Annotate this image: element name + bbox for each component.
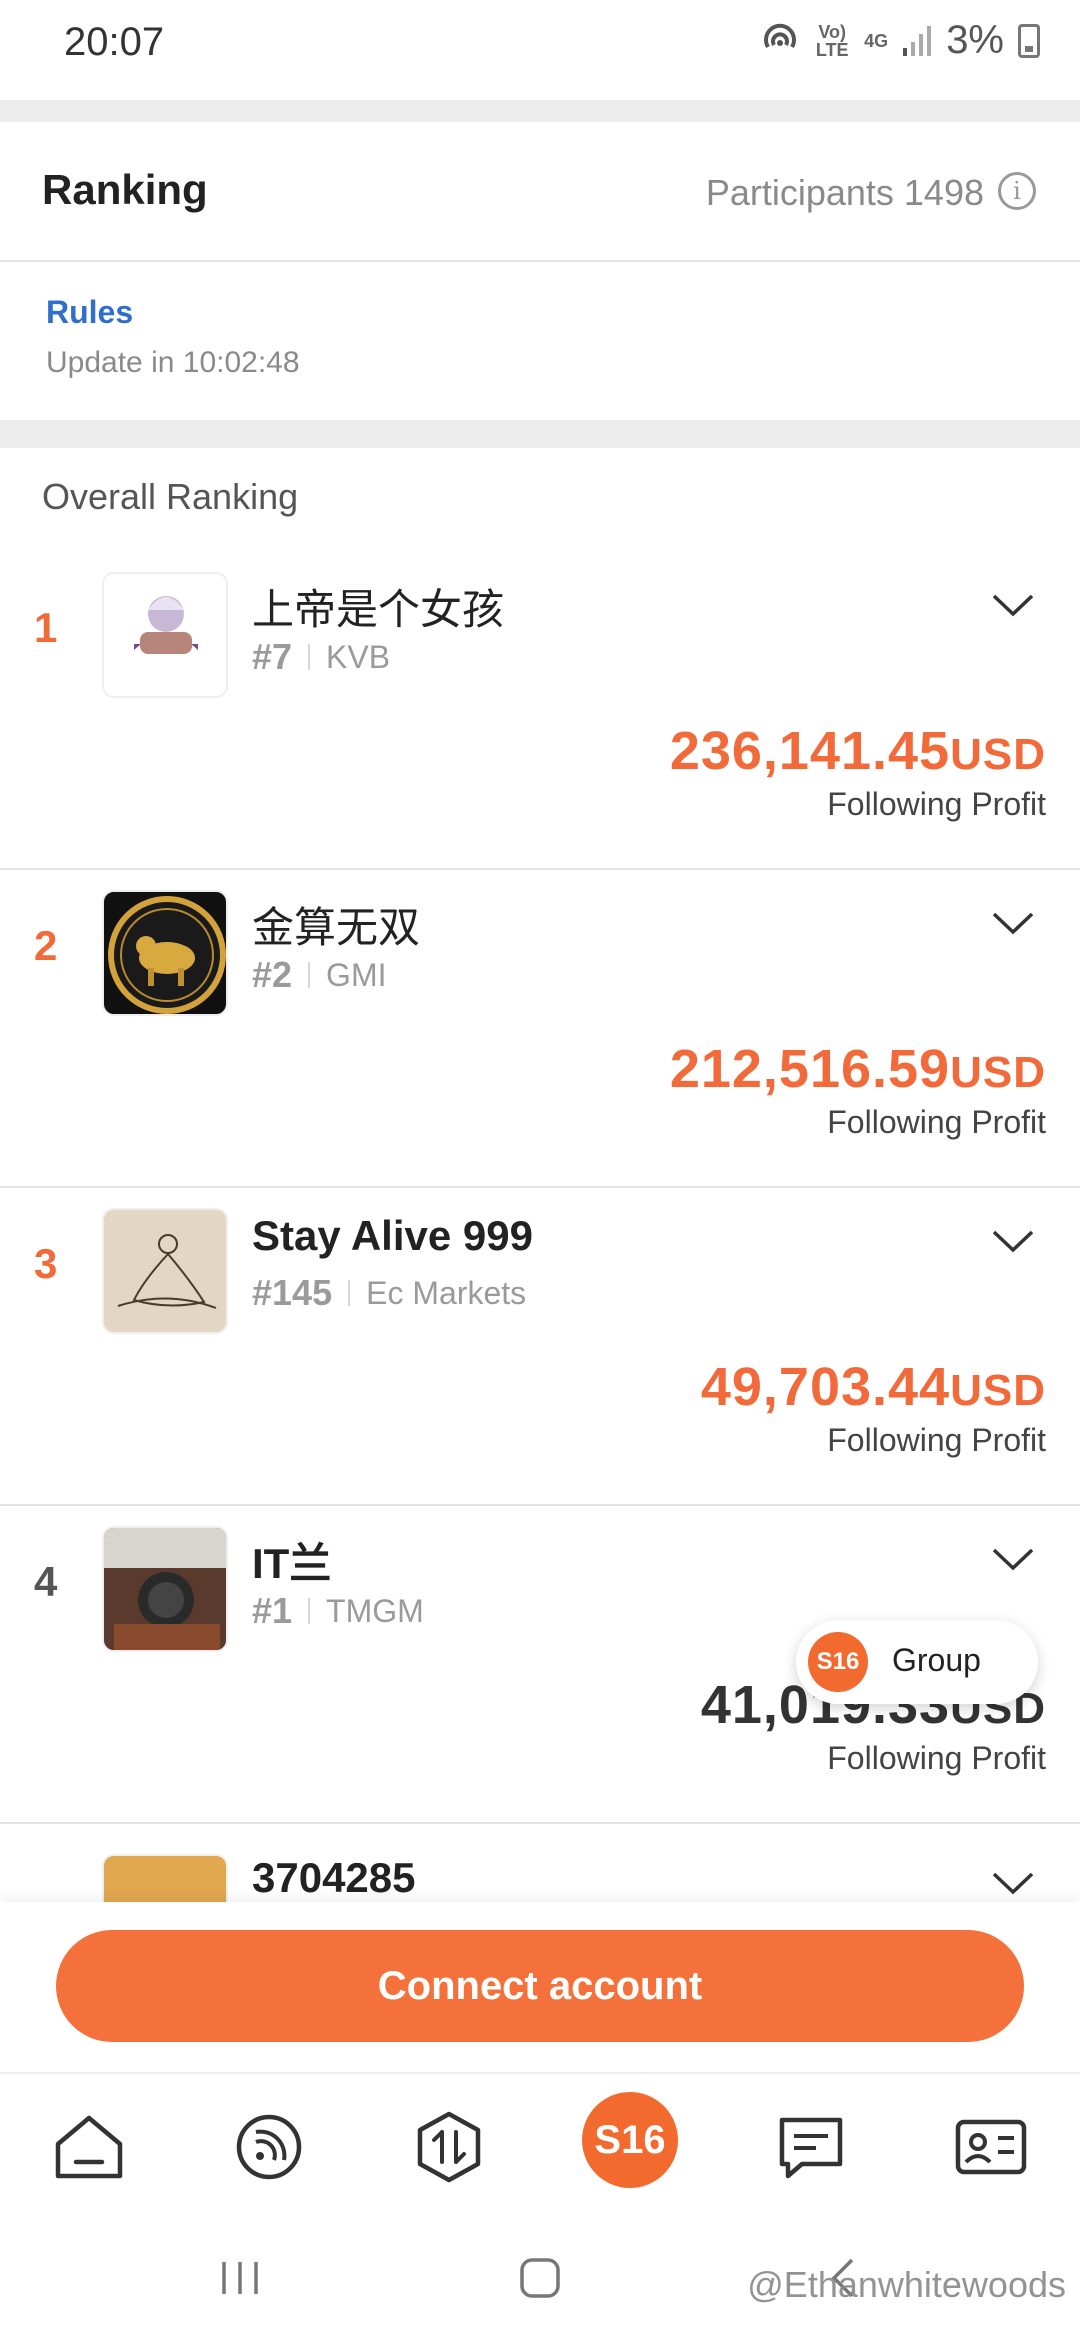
separator <box>308 1598 311 1624</box>
trader-meta: #7 KVB <box>252 636 390 678</box>
rank-number: 3 <box>34 1240 58 1287</box>
trader-rank-tag: #1 <box>252 1590 293 1631</box>
rules-block: Rules Update in 10:02:48 <box>0 264 1080 420</box>
divider <box>0 100 1080 122</box>
signal-icon <box>903 25 932 56</box>
trader-name: IT兰 <box>252 1540 332 1587</box>
connect-account-button[interactable]: Connect account <box>56 1930 1024 2042</box>
ranking-row[interactable]: 3704285 <box>0 1824 1080 1904</box>
volte-indicator: Vo) LTE <box>815 21 849 60</box>
trader-rank-tag: #145 <box>252 1272 333 1313</box>
trader-rank-tag: #7 <box>252 636 293 677</box>
page-title: Ranking <box>42 166 208 213</box>
ranking-row[interactable]: 3 Stay Alive 999 #145 Ec Markets 49,703.… <box>0 1188 1080 1506</box>
group-label: Group <box>892 1642 981 1678</box>
home-icon[interactable] <box>44 2102 134 2192</box>
trader-name: 金算无双 <box>252 904 421 951</box>
avatar[interactable] <box>102 1208 228 1334</box>
profit-value: 212,516.59USD <box>669 1039 1046 1099</box>
avatar[interactable] <box>102 572 228 698</box>
messages-icon[interactable] <box>766 2102 856 2192</box>
trader-name: 上帝是个女孩 <box>252 586 505 633</box>
info-icon[interactable]: i <box>998 172 1036 210</box>
trade-icon[interactable] <box>404 2102 494 2192</box>
chevron-down-icon[interactable] <box>990 1218 1036 1264</box>
rank-number: 1 <box>34 604 58 651</box>
broker-name: KVB <box>326 638 391 675</box>
profile-card-icon[interactable] <box>946 2102 1036 2192</box>
hotspot-icon <box>764 23 797 48</box>
separator <box>308 962 311 988</box>
group-button[interactable]: S16 Group <box>796 1620 1038 1704</box>
profit-label: Following Profit <box>827 786 1046 822</box>
bottom-tabbar: S16 <box>0 2072 1080 2222</box>
profit-label: Following Profit <box>827 1740 1046 1776</box>
section-title: Overall Ranking <box>42 476 299 517</box>
feed-icon[interactable] <box>224 2102 314 2192</box>
participants-count: Participants 1498 <box>705 172 984 213</box>
s16-logo: S16 <box>808 1632 868 1692</box>
trader-name: 3704285 <box>252 1854 416 1901</box>
connect-area: Connect account <box>0 1902 1080 2072</box>
profit-value: 49,703.44USD <box>700 1357 1046 1417</box>
profit-value: 236,141.45USD <box>669 721 1046 781</box>
trader-meta: #2 GMI <box>252 954 386 996</box>
trader-meta: #145 Ec Markets <box>252 1272 526 1314</box>
ranking-row[interactable]: 2 金算无双 #2 GMI 212,516.59USD Following Pr… <box>0 870 1080 1188</box>
ranking-header: Ranking Participants 1498 i <box>0 122 1080 262</box>
separator <box>308 644 311 670</box>
rules-link[interactable]: Rules <box>46 294 133 331</box>
status-time: 20:07 <box>64 20 165 64</box>
network-indicator: 4G <box>864 30 889 51</box>
battery-icon <box>1018 23 1040 58</box>
rank-number: 2 <box>34 922 58 969</box>
avatar[interactable] <box>102 1526 228 1652</box>
divider <box>0 420 1080 448</box>
profit-label: Following Profit <box>827 1104 1046 1140</box>
chevron-down-icon[interactable] <box>990 900 1036 946</box>
broker-name: Ec Markets <box>366 1274 527 1311</box>
chevron-down-icon[interactable] <box>990 582 1036 628</box>
chevron-down-icon[interactable] <box>990 1860 1036 1904</box>
status-icons: Vo) LTE 4G 3% <box>760 18 1040 63</box>
trader-name: Stay Alive 999 <box>252 1212 533 1259</box>
status-bar: 20:07 Vo) LTE 4G 3% <box>0 0 1080 100</box>
broker-name: GMI <box>326 956 387 993</box>
profit-label: Following Profit <box>827 1422 1046 1458</box>
watermark: @Ethanwhitewoods <box>747 2264 1066 2305</box>
trader-meta: #1 TMGM <box>252 1590 424 1632</box>
s16-logo[interactable]: S16 <box>582 2092 678 2188</box>
trader-rank-tag: #2 <box>252 954 293 995</box>
battery-percent: 3% <box>946 18 1004 62</box>
ranking-row[interactable]: 1 上帝是个女孩 #7 KVB 236,141.45USD Following … <box>0 552 1080 870</box>
broker-name: TMGM <box>326 1592 424 1629</box>
home-nav-icon[interactable] <box>510 2248 570 2308</box>
separator <box>348 1280 351 1306</box>
avatar[interactable] <box>102 1854 228 1904</box>
recent-apps-icon[interactable] <box>210 2248 270 2308</box>
update-countdown: Update in 10:02:48 <box>46 346 300 379</box>
rank-number: 4 <box>34 1558 58 1605</box>
chevron-down-icon[interactable] <box>990 1536 1036 1582</box>
system-navbar: @Ethanwhitewoods <box>0 2222 1080 2340</box>
avatar[interactable] <box>102 890 228 1016</box>
